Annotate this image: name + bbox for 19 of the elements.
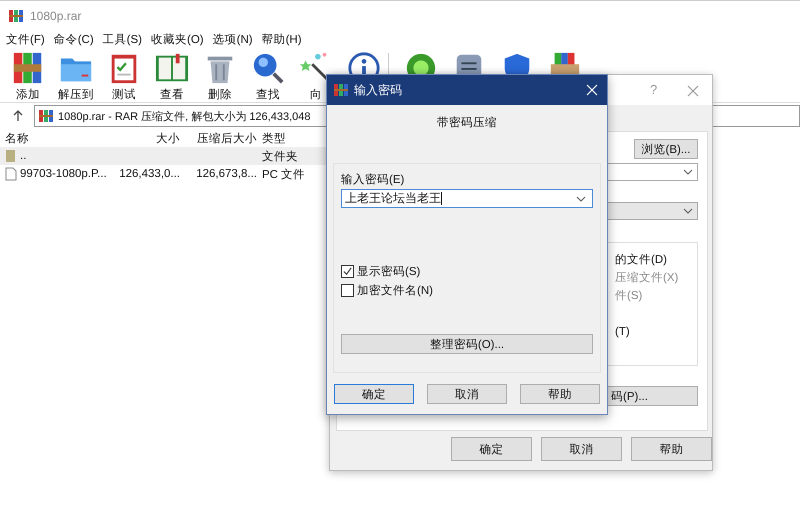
window-title: 1080p.rar xyxy=(30,8,82,22)
toolbar-label: 解压到 xyxy=(58,88,94,102)
dialog-title: 输入密码 xyxy=(354,82,402,98)
toolbar-label: 删除 xyxy=(208,88,232,102)
file-type: 文件夹 xyxy=(262,150,298,164)
checkbox-label: 显示密码(S) xyxy=(357,264,420,279)
toolbar-label: 测试 xyxy=(112,88,136,102)
field-label: 输入密码(E) xyxy=(341,172,406,187)
checkbox-label: 加密文件名(N) xyxy=(357,283,433,298)
toolbar-label: 查找 xyxy=(256,88,280,102)
dialog-heading: 带密码压缩 xyxy=(437,117,497,129)
toolbar-label: 查看 xyxy=(160,88,184,102)
file-name: 99703-1080p.P... xyxy=(20,168,107,180)
packed-size: 126,673,8... xyxy=(196,168,257,180)
toolbar-label: 添加 xyxy=(16,88,40,102)
file-size: 126,433,0... xyxy=(119,168,180,180)
file-name: .. xyxy=(20,150,26,162)
toolbar-label: 向 xyxy=(310,88,322,102)
file-type: PC 文件 xyxy=(262,168,306,182)
